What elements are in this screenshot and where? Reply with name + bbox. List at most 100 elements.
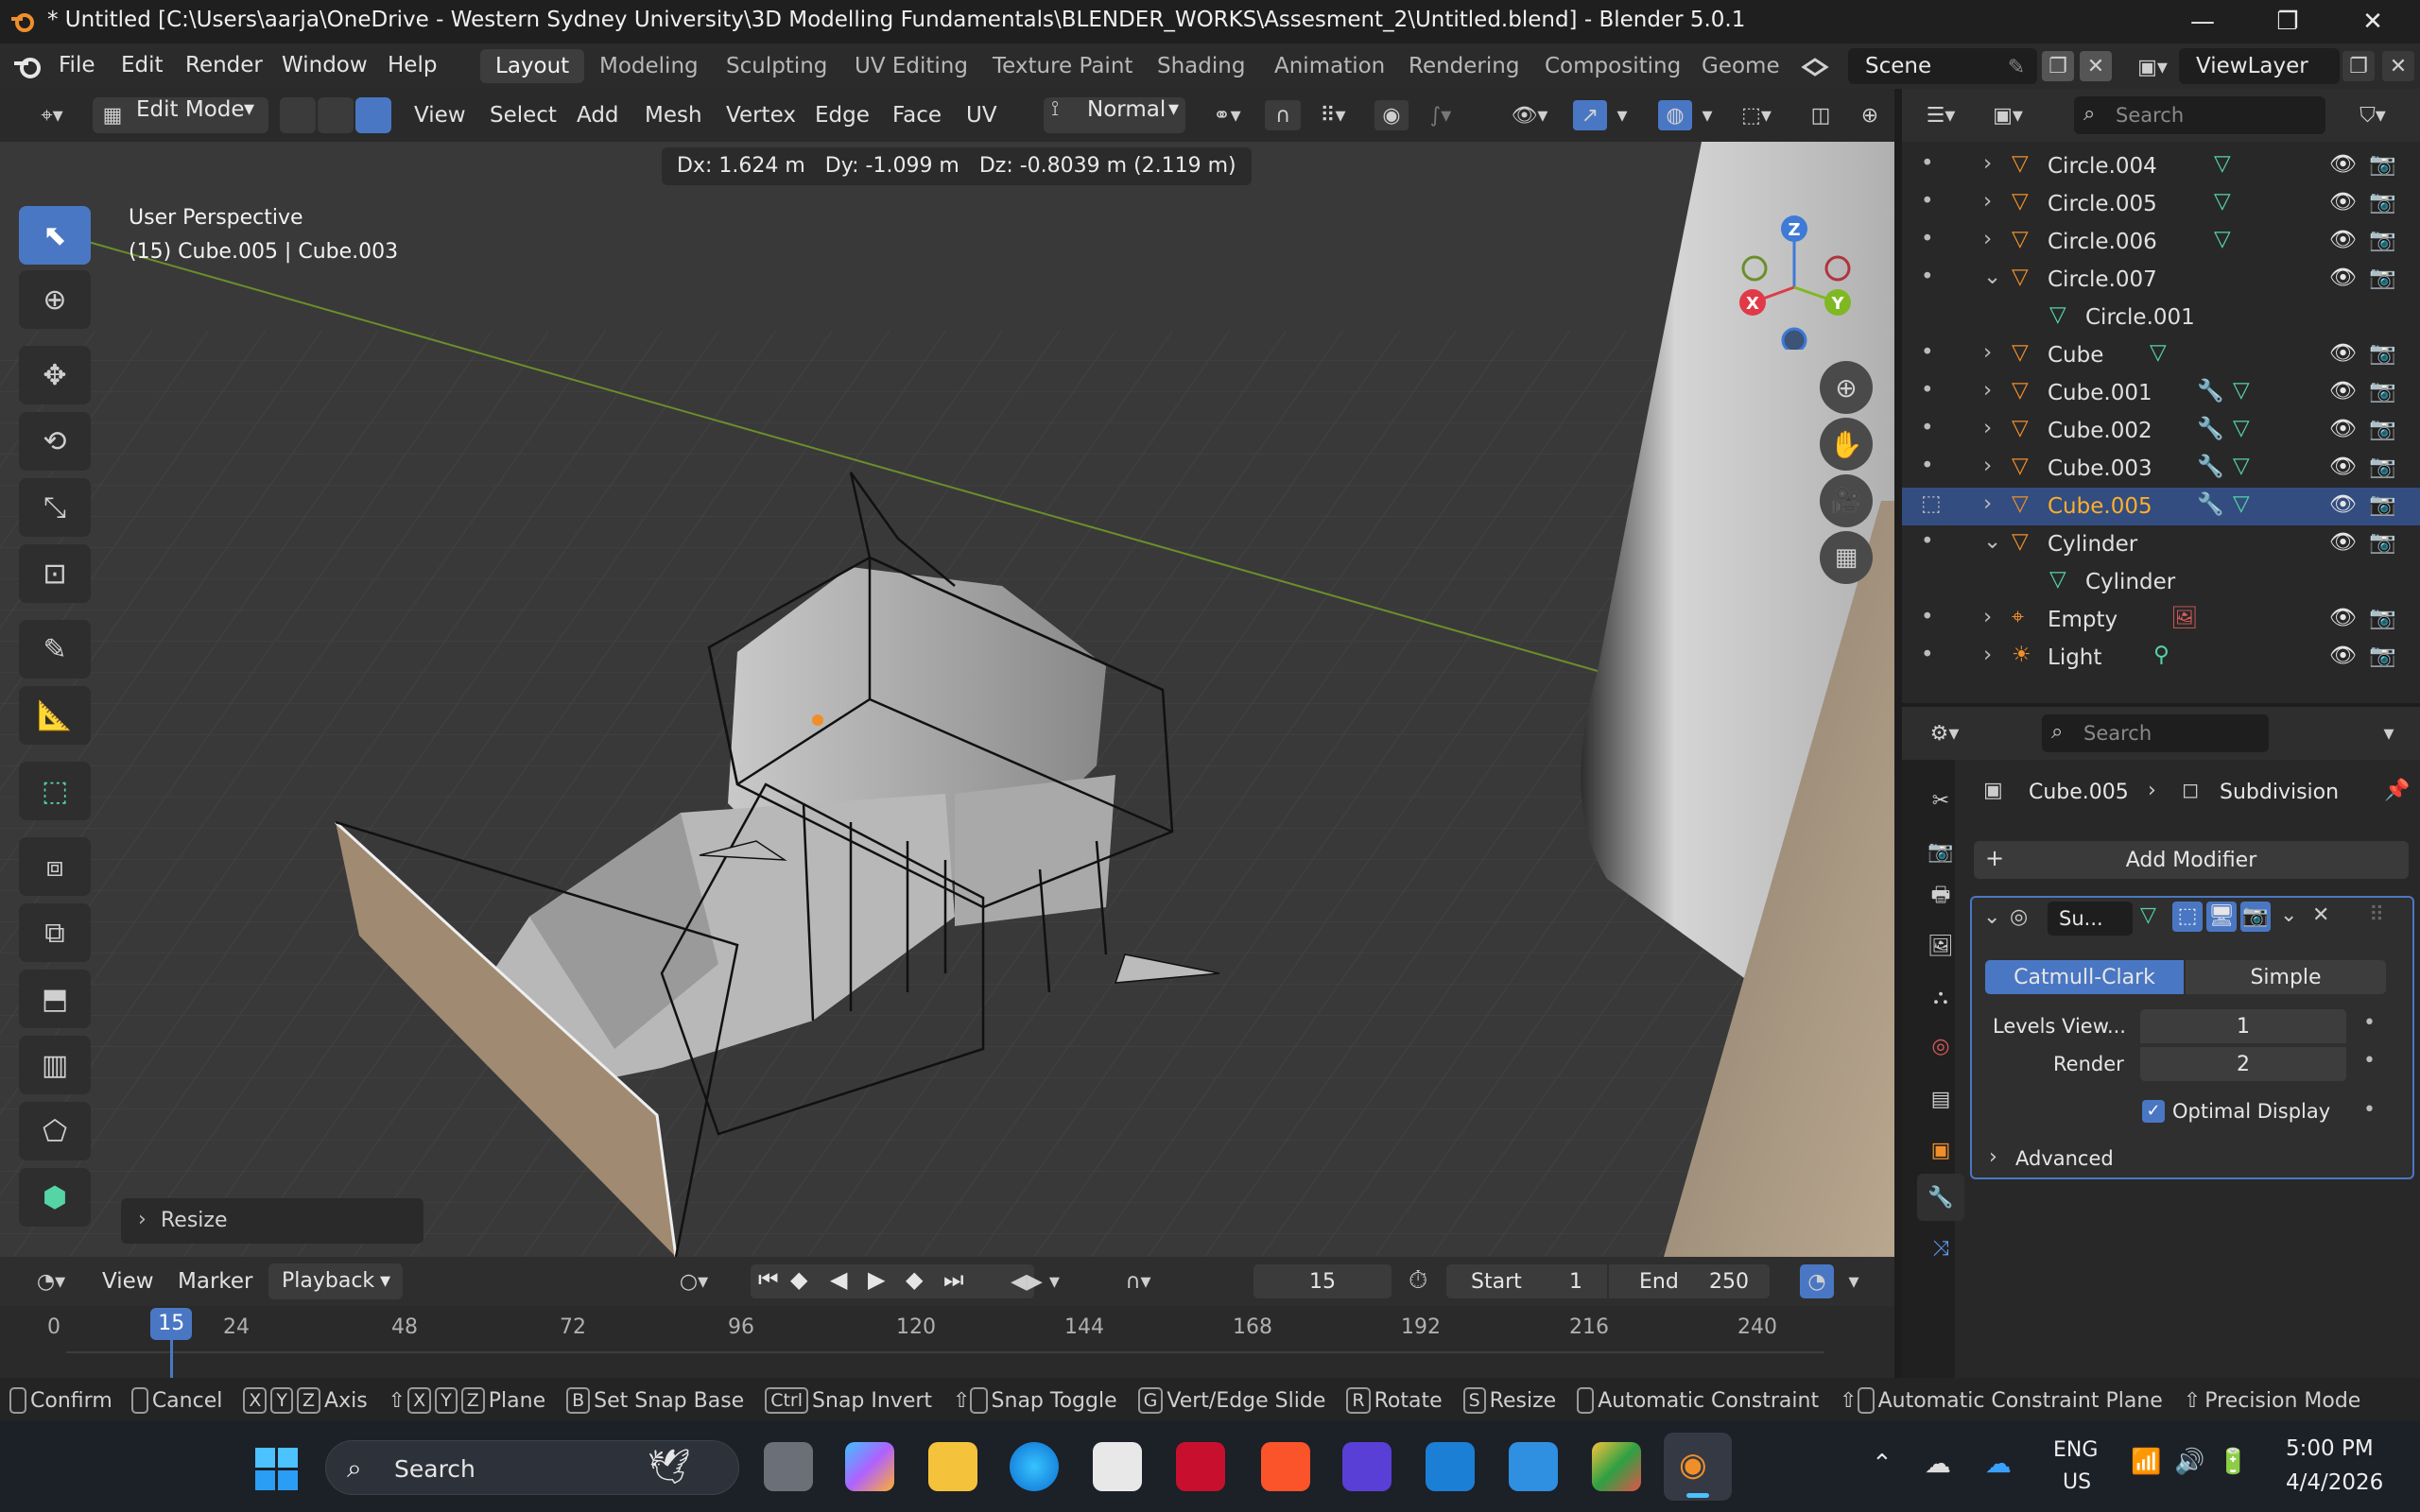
current-frame-field[interactable]: 15 (1253, 1264, 1392, 1298)
render-camera-icon[interactable]: 📷 (2369, 454, 2396, 479)
world-tab[interactable]: ◎ (1917, 1022, 1964, 1070)
eye-icon[interactable]: 👁 (2329, 227, 2357, 252)
image-empty-icon[interactable]: 🖼 (2170, 605, 2198, 630)
eye-icon[interactable]: 👁 (2329, 378, 2357, 404)
visibility-dot-icon[interactable]: • (1921, 416, 1934, 440)
inset-tool[interactable]: ⧉ (19, 903, 91, 962)
render-camera-icon[interactable]: 📷 (2369, 378, 2396, 404)
volume-icon[interactable]: 🔊 (2174, 1448, 2204, 1476)
task-view-icon[interactable] (764, 1442, 813, 1491)
snapping-icon[interactable]: ∩▾ (1110, 1266, 1167, 1297)
render-camera-icon[interactable]: 📷 (2369, 340, 2396, 366)
render-tab[interactable]: 📷 (1917, 828, 1964, 875)
visibility-dot-icon[interactable]: • (1921, 378, 1934, 403)
render-camera-icon[interactable]: 📷 (2369, 189, 2396, 215)
git-app-icon[interactable] (1592, 1442, 1641, 1491)
eye-icon[interactable]: 👁 (2329, 340, 2357, 366)
keyframe-dot-icon[interactable]: • (2363, 1011, 2376, 1035)
battery-icon[interactable]: 🔋 (2218, 1448, 2248, 1476)
tab-geometry-nodes[interactable]: Geome (1686, 49, 1781, 83)
mesh-data-icon[interactable]: ▽ (2233, 416, 2250, 440)
blender-menu-icon[interactable] (11, 55, 43, 79)
taskbar-search[interactable]: ⌕ Search 🕊 (325, 1440, 739, 1495)
advanced-subpanel[interactable]: Advanced (2015, 1147, 2114, 1170)
annotate-tool[interactable]: ✎ (19, 620, 91, 679)
vp-menu-select[interactable]: Select (490, 97, 557, 133)
particles-tab[interactable]: ⤨ (1917, 1225, 1964, 1272)
visibility-dot-icon[interactable]: • (1921, 605, 1934, 629)
eye-icon[interactable]: 👁 (2329, 265, 2357, 290)
vscode-icon[interactable] (1509, 1442, 1558, 1491)
axis-gizmo[interactable]: Z X Y (1726, 208, 1858, 350)
proton-vpn-icon[interactable] (1342, 1442, 1392, 1491)
display-mode-icon[interactable]: ▣▾ (1981, 100, 2034, 130)
modifier-name-field[interactable]: Su... (2048, 902, 2133, 936)
knife-tool[interactable]: ⬠ (19, 1102, 91, 1160)
editmode-toggle-icon[interactable]: ⬚ (2172, 902, 2203, 932)
pin-icon[interactable]: 📌 (2384, 779, 2410, 802)
scene-tab[interactable]: ⛬ (1917, 973, 1964, 1021)
chevron-down-icon[interactable]: ⌄ (1983, 265, 2001, 289)
modifier-wrench-icon[interactable]: 🔧 (2197, 491, 2224, 517)
visibility-dot-icon[interactable]: • (1921, 643, 1934, 667)
rotate-tool[interactable]: ⟲ (19, 412, 91, 471)
overlays-icon[interactable]: ◍ (1658, 100, 1692, 130)
tray-time[interactable]: 5:00 PM (2286, 1436, 2374, 1461)
simple-button[interactable]: Simple (2186, 960, 2386, 994)
select-box-tool[interactable]: ⬉ (19, 206, 91, 265)
extrude-tool[interactable]: ⧈ (19, 837, 91, 896)
tab-shading[interactable]: Shading (1142, 49, 1260, 83)
loop-cut-tool[interactable]: ▥ (19, 1036, 91, 1094)
outliner-row[interactable]: ⬚ › ▽ Cube.005 🔧 ▽ 👁 📷 (1902, 488, 2420, 525)
collection-tab[interactable]: ▤ (1917, 1075, 1964, 1123)
mesh-data-icon[interactable]: ▽ (2233, 454, 2250, 478)
render-camera-icon[interactable]: 📷 (2369, 227, 2396, 252)
tool-tab[interactable]: ✂ (1917, 777, 1964, 824)
outliner-row[interactable]: • › ▽ Cube.002 🔧 ▽ 👁 📷 (1902, 412, 2420, 450)
view-layer-tab[interactable]: 🖼 (1917, 922, 1964, 970)
scene-icon[interactable] (1796, 53, 1834, 81)
face-select-button[interactable] (355, 97, 391, 133)
vp-menu-face[interactable]: Face (892, 97, 942, 133)
viewlayer-field[interactable]: ViewLayer (2179, 48, 2340, 84)
viewport-toggle-icon[interactable]: 🖥 (2206, 902, 2237, 932)
visibility-dot-icon[interactable]: • (1921, 227, 1934, 251)
chevron-down-icon[interactable]: ⌄ (1983, 529, 2001, 554)
wireframe-shading-icon[interactable]: ⊕ (1853, 100, 1887, 130)
add-cube-tool[interactable]: ⬚ (19, 762, 91, 820)
play-reverse-icon[interactable]: ◀ (830, 1266, 847, 1293)
playback-dropdown[interactable]: Playback ▾ (268, 1263, 403, 1299)
minimize-button[interactable]: — (2160, 0, 2245, 43)
playhead-frame[interactable]: 15 (150, 1308, 193, 1340)
remove-scene-icon[interactable]: ✕ (2080, 51, 2112, 81)
chevron-right-icon[interactable]: › (1983, 151, 1992, 176)
drag-handle-icon[interactable]: ⠿ (2369, 903, 2384, 927)
outliner-row[interactable]: ▽ Circle.001 (1902, 299, 2420, 336)
snap-target-icon[interactable]: ⠿▾ (1305, 100, 1361, 130)
tab-animation[interactable]: Animation (1259, 49, 1400, 83)
mesh-data-icon[interactable]: ▽ (2233, 378, 2250, 403)
vertex-select-button[interactable] (280, 97, 316, 133)
chevron-right-icon[interactable]: › (1983, 491, 1992, 516)
tab-compositing[interactable]: Compositing (1530, 49, 1696, 83)
keyframe-dot-icon[interactable]: • (2363, 1049, 2376, 1073)
ortho-toggle-button[interactable]: ▦ (1820, 531, 1873, 584)
tab-sculpting[interactable]: Sculpting (711, 49, 842, 83)
outliner-row[interactable]: • ⌄ ▽ Circle.007 👁 📷 (1902, 261, 2420, 299)
end-frame-field[interactable]: End 250 (1609, 1264, 1770, 1298)
chevron-right-icon[interactable]: › (1983, 643, 1992, 667)
visibility-dot-icon[interactable]: • (1921, 151, 1934, 176)
blender-taskbar-button[interactable]: ◉ (1664, 1433, 1732, 1501)
new-scene-icon[interactable]: ❐ (2042, 51, 2074, 81)
microsoft-store-icon[interactable] (1093, 1442, 1142, 1491)
outliner-row[interactable]: • › ▽ Circle.005 ▽ 👁 📷 (1902, 185, 2420, 223)
editor-type-icon[interactable]: ⚙▾ (1919, 718, 1970, 748)
properties-search[interactable]: ⌕ Search (2042, 714, 2269, 752)
editor-type-icon[interactable]: ⌖▾ (28, 100, 76, 130)
copilot-icon[interactable] (845, 1442, 894, 1491)
output-tab[interactable]: 🖶 (1917, 873, 1964, 920)
mesh-overlay-icon[interactable]: ⬚▾ (1730, 100, 1783, 130)
prev-keyframe-icon[interactable]: ◆ (790, 1266, 807, 1293)
jump-end-icon[interactable]: ⏭ (943, 1266, 964, 1293)
render-camera-icon[interactable]: 📷 (2369, 265, 2396, 290)
